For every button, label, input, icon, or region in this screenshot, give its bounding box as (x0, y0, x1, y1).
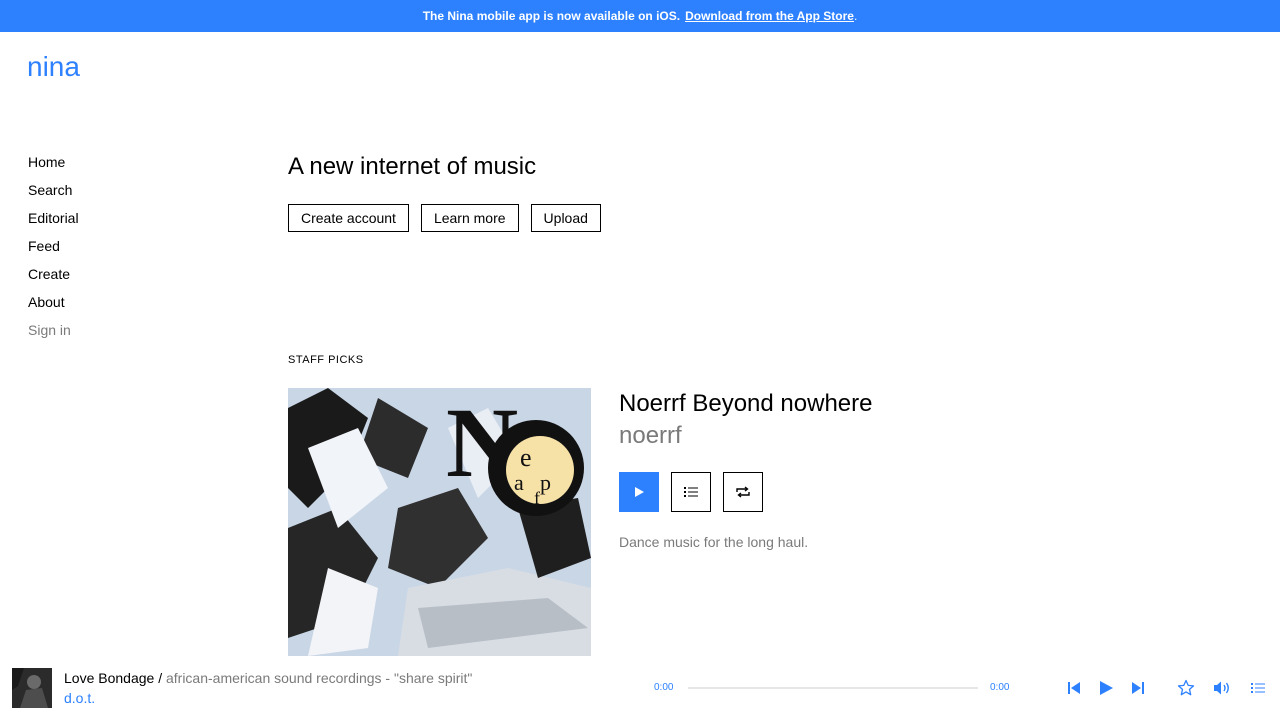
list-icon (1251, 683, 1265, 693)
favorite-button[interactable] (1176, 678, 1196, 698)
track-separator: / (154, 670, 166, 686)
staff-picks-label: STAFF PICKS (288, 354, 364, 366)
now-playing-track-line: Love Bondage / african-american sound re… (64, 670, 472, 686)
sidebar-nav: Home Search Editorial Feed Create About … (28, 150, 79, 346)
star-icon (1177, 679, 1195, 696)
release-artist[interactable]: noerrf (619, 422, 682, 450)
nav-item-search[interactable]: Search (28, 178, 79, 206)
nav-item-home[interactable]: Home (28, 150, 79, 178)
svg-text:a: a (514, 470, 524, 495)
volume-button[interactable] (1212, 678, 1232, 698)
queue-list-button[interactable] (1248, 678, 1268, 698)
repost-icon (736, 486, 750, 498)
nav-item-create[interactable]: Create (28, 262, 79, 290)
next-button[interactable] (1128, 678, 1148, 698)
now-playing-artist[interactable]: d.o.t. (64, 690, 95, 706)
player-play-button[interactable] (1096, 678, 1116, 698)
volume-icon (1214, 681, 1229, 695)
svg-text:f: f (534, 488, 540, 508)
nav-item-editorial[interactable]: Editorial (28, 206, 79, 234)
release-controls (619, 472, 763, 512)
audio-player: Love Bondage / african-american sound re… (0, 656, 1280, 720)
play-button[interactable] (619, 472, 659, 512)
artwork-image: N e a p f (288, 388, 591, 656)
release-description: Dance music for the long haul. (619, 534, 809, 550)
next-icon (1132, 682, 1144, 694)
nav-item-feed[interactable]: Feed (28, 234, 79, 262)
create-account-button[interactable]: Create account (288, 204, 409, 232)
queue-icon (684, 487, 698, 497)
hero-buttons: Create account Learn more Upload (288, 204, 601, 232)
current-time: 0:00 (654, 682, 674, 693)
now-playing-track[interactable]: Love Bondage (64, 670, 154, 686)
now-playing-artwork-image (12, 668, 52, 708)
previous-icon (1068, 682, 1080, 694)
play-icon (1100, 681, 1113, 695)
nav-item-sign-in[interactable]: Sign in (28, 318, 79, 346)
upload-button[interactable]: Upload (530, 204, 601, 232)
now-playing-artwork[interactable] (12, 668, 52, 708)
page-headline: A new internet of music (288, 153, 537, 180)
banner-period: . (853, 9, 858, 23)
release-title[interactable]: Noerrf Beyond nowhere (619, 390, 872, 418)
app-store-link[interactable]: Download from the App Store (685, 9, 854, 23)
svg-text:e: e (520, 443, 532, 472)
release-artwork[interactable]: N e a p f (288, 388, 591, 656)
nina-logo[interactable]: nina (27, 56, 107, 82)
add-to-queue-button[interactable] (671, 472, 711, 512)
repost-button[interactable] (723, 472, 763, 512)
learn-more-button[interactable]: Learn more (420, 204, 519, 232)
svg-text:p: p (540, 470, 551, 495)
play-icon (635, 487, 644, 497)
now-playing-release[interactable]: african-american sound recordings - "sha… (166, 670, 472, 686)
previous-button[interactable] (1064, 678, 1084, 698)
nav-item-about[interactable]: About (28, 290, 79, 318)
banner-text: The Nina mobile app is now available on … (422, 9, 681, 23)
total-time: 0:00 (990, 682, 1010, 693)
progress-bar[interactable] (688, 687, 978, 689)
logo-text: nina (27, 56, 80, 82)
announcement-banner: The Nina mobile app is now available on … (0, 0, 1280, 32)
